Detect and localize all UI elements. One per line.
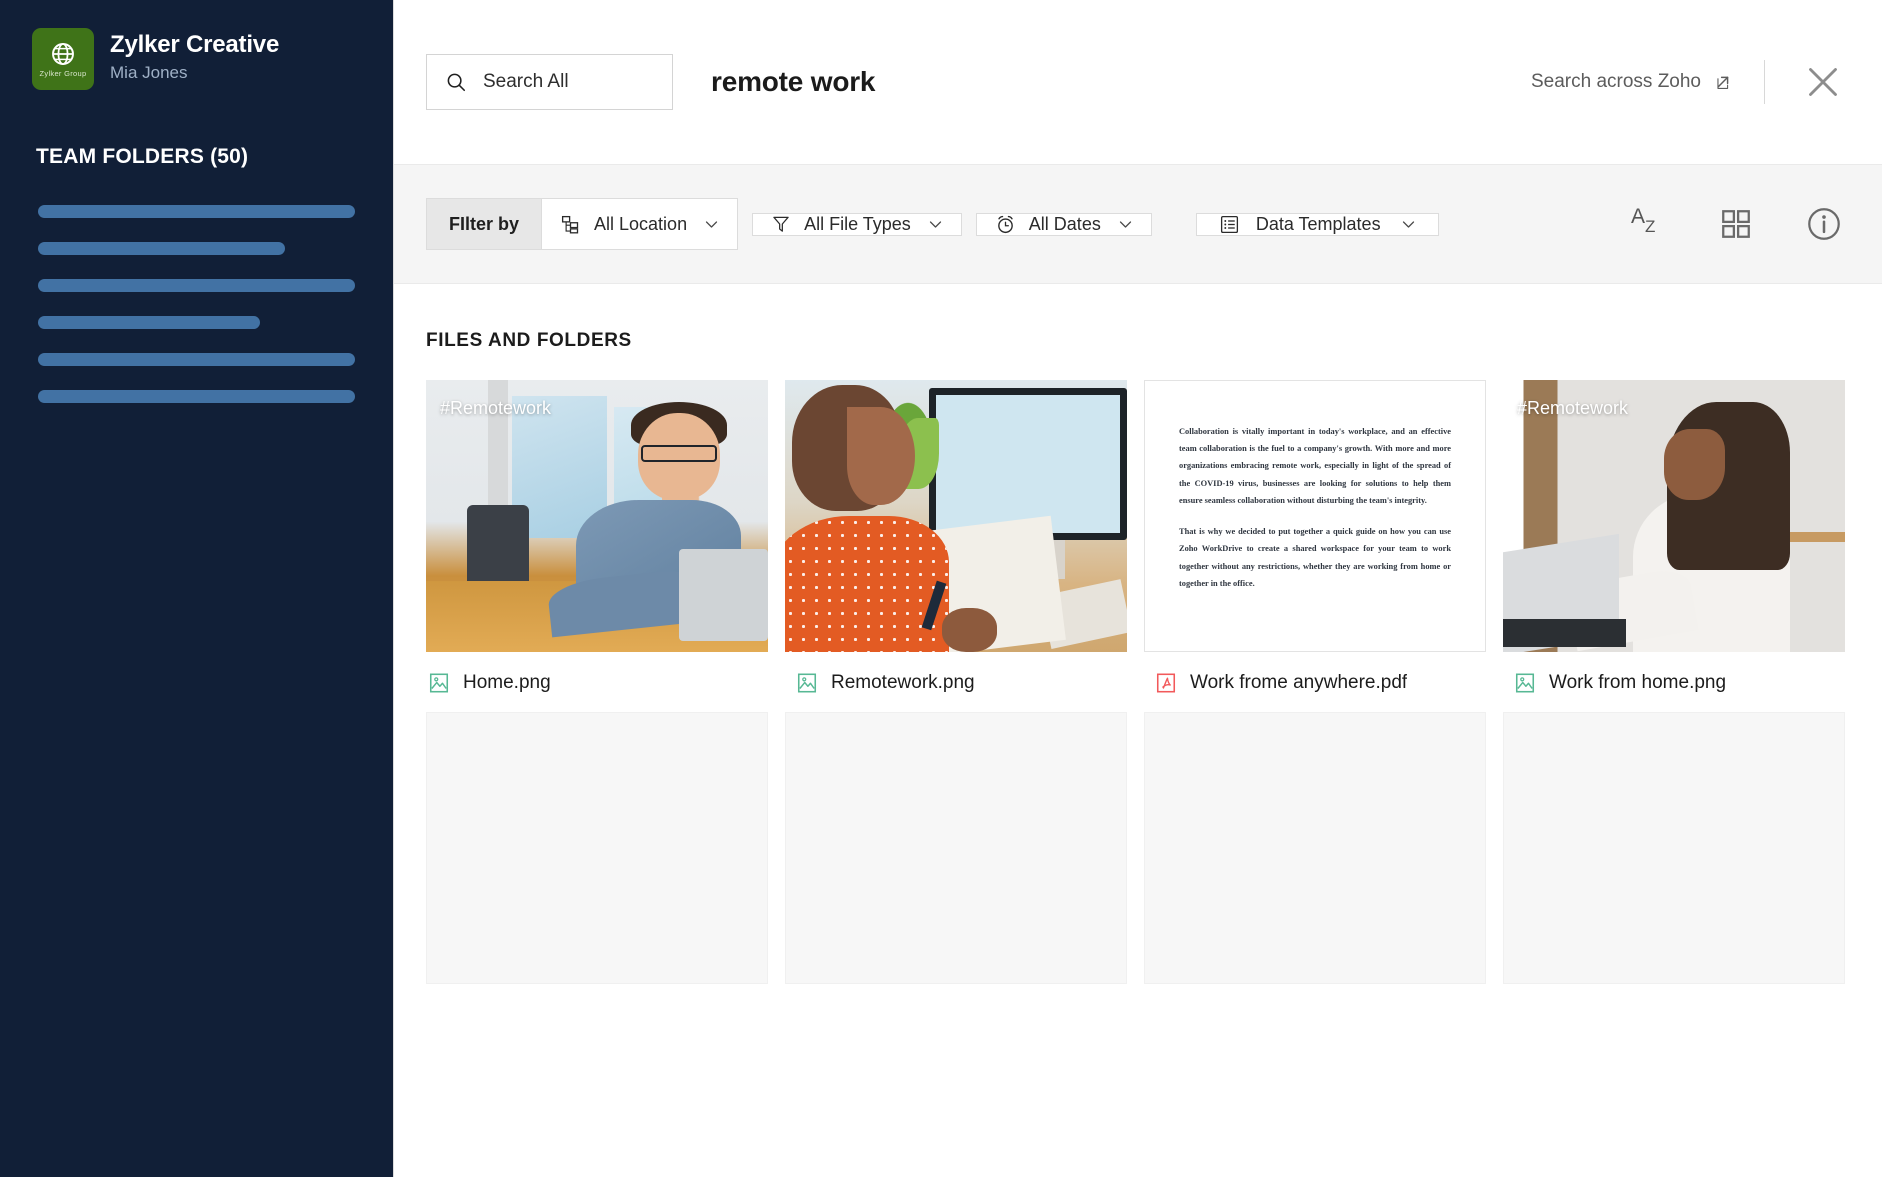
file-name: Work from home.png <box>1549 672 1726 694</box>
globe-icon <box>50 41 76 67</box>
user-name: Mia Jones <box>110 63 279 83</box>
file-label-row: Remotework.png <box>785 672 1127 694</box>
filter-all-location-label: All Location <box>594 214 687 235</box>
main-panel: Search All remote work Search across Zoh… <box>393 0 1882 1177</box>
filter-by-label: FIlter by <box>426 198 542 250</box>
pdf-file-icon <box>1155 672 1177 694</box>
file-label-row: Work frome anywhere.pdf <box>1144 672 1486 694</box>
results-section-title: FILES AND FOLDERS <box>426 330 1845 352</box>
file-thumbnail[interactable]: Collaboration is vitally important in to… <box>1144 380 1486 652</box>
placeholder-card <box>785 712 1127 984</box>
close-icon <box>1803 62 1843 102</box>
search-header: Search All remote work Search across Zoh… <box>394 0 1882 164</box>
file-card[interactable]: Collaboration is vitally important in to… <box>1144 380 1486 694</box>
list-item[interactable] <box>38 390 355 403</box>
list-item[interactable] <box>38 242 285 255</box>
folder-tree-icon <box>560 214 581 235</box>
filter-data-templates-label: Data Templates <box>1256 214 1381 235</box>
filter-toolbar: FIlter by All Location <box>394 164 1882 284</box>
photo-woman-laptop <box>1503 380 1845 652</box>
sidebar: Zylker Group Zylker Creative Mia Jones T… <box>0 0 393 1177</box>
placeholder-card <box>1503 712 1845 984</box>
file-card[interactable]: #Remotework Work from home.png <box>1503 380 1845 694</box>
placeholder-card <box>1144 712 1486 984</box>
chevron-down-icon <box>1401 217 1416 232</box>
chevron-down-icon <box>1118 217 1133 232</box>
thumbnail-tag: #Remotework <box>440 398 551 419</box>
results-grid: #Remotework Home.png <box>426 380 1845 984</box>
file-thumbnail[interactable] <box>785 380 1127 652</box>
document-paragraph: Collaboration is vitally important in to… <box>1179 423 1451 509</box>
data-template-icon <box>1219 214 1240 235</box>
list-item[interactable] <box>38 279 355 292</box>
search-input[interactable]: Search All <box>426 54 673 110</box>
filter-data-templates[interactable]: Data Templates <box>1196 213 1439 236</box>
list-item[interactable] <box>38 316 260 329</box>
file-name: Home.png <box>463 672 551 694</box>
team-folders-list <box>0 205 393 403</box>
sort-az-letter-z: Z <box>1645 217 1655 237</box>
file-name: Remotework.png <box>831 672 975 694</box>
brand-header[interactable]: Zylker Group Zylker Creative Mia Jones <box>0 28 393 90</box>
close-button[interactable] <box>1801 60 1845 104</box>
sort-az-letter-a: A <box>1631 205 1645 229</box>
image-file-icon <box>428 672 450 694</box>
funnel-icon <box>771 214 791 234</box>
thumbnail-tag: #Remotework <box>1517 398 1628 419</box>
image-file-icon <box>1514 672 1536 694</box>
file-card[interactable]: #Remotework Home.png <box>426 380 768 694</box>
image-file-icon <box>796 672 818 694</box>
header-actions: Search across Zoho <box>1531 60 1845 104</box>
list-item[interactable] <box>38 205 355 218</box>
file-card[interactable]: Remotework.png <box>785 380 1127 694</box>
filter-all-file-types-label: All File Types <box>804 214 911 235</box>
search-icon <box>445 71 467 93</box>
brand-text-block: Zylker Creative Mia Jones <box>110 28 279 83</box>
search-query-text: remote work <box>711 66 875 98</box>
alarm-clock-icon <box>995 214 1016 235</box>
search-across-zoho-label: Search across Zoho <box>1531 71 1701 93</box>
app-window: Zylker Group Zylker Creative Mia Jones T… <box>0 0 1882 1177</box>
header-divider <box>1764 60 1765 104</box>
filter-all-location[interactable]: All Location <box>542 198 738 250</box>
info-icon <box>1805 205 1843 243</box>
chevron-down-icon <box>704 217 719 232</box>
chevron-down-icon <box>928 217 943 232</box>
grid-view-button[interactable] <box>1715 203 1757 245</box>
workspace-logo: Zylker Group <box>32 28 94 90</box>
list-item[interactable] <box>38 353 355 366</box>
filter-group: FIlter by All Location <box>426 198 738 250</box>
workspace-title: Zylker Creative <box>110 31 279 59</box>
sort-button[interactable]: A Z <box>1627 203 1669 245</box>
search-input-placeholder: Search All <box>483 71 569 93</box>
filter-all-dates-label: All Dates <box>1029 214 1101 235</box>
document-preview: Collaboration is vitally important in to… <box>1145 381 1485 634</box>
file-label-row: Home.png <box>426 672 768 694</box>
document-paragraph: That is why we decided to put together a… <box>1179 523 1451 592</box>
file-label-row: Work from home.png <box>1503 672 1845 694</box>
view-tools: A Z <box>1627 203 1845 245</box>
grid-view-icon <box>1719 207 1753 241</box>
external-link-icon <box>1712 71 1734 93</box>
file-name: Work frome anywhere.pdf <box>1190 672 1407 694</box>
photo-man-desk <box>426 380 768 652</box>
search-across-zoho-link[interactable]: Search across Zoho <box>1531 71 1734 93</box>
info-button[interactable] <box>1803 203 1845 245</box>
filter-all-dates[interactable]: All Dates <box>976 213 1152 236</box>
file-thumbnail[interactable]: #Remotework <box>1503 380 1845 652</box>
photo-woman-monitor <box>785 380 1127 652</box>
workspace-logo-text: Zylker Group <box>40 69 87 78</box>
file-thumbnail[interactable]: #Remotework <box>426 380 768 652</box>
filter-all-file-types[interactable]: All File Types <box>752 213 962 236</box>
results-area: FILES AND FOLDERS #Remotework <box>394 284 1882 1177</box>
team-folders-heading: TEAM FOLDERS (50) <box>36 145 393 169</box>
placeholder-card <box>426 712 768 984</box>
sort-az-icon: A Z <box>1627 203 1669 245</box>
